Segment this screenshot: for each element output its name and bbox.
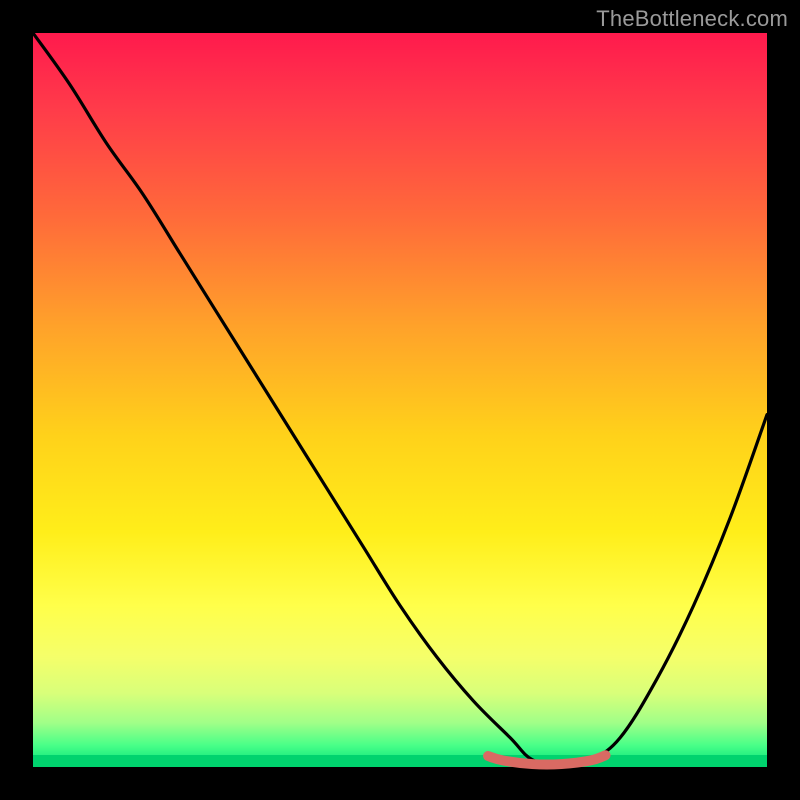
chart-svg <box>33 33 767 767</box>
plot-area <box>33 33 767 767</box>
chart-frame: TheBottleneck.com <box>0 0 800 800</box>
bottleneck-curve <box>33 33 767 767</box>
valley-highlight <box>488 755 605 764</box>
watermark-text: TheBottleneck.com <box>596 6 788 32</box>
